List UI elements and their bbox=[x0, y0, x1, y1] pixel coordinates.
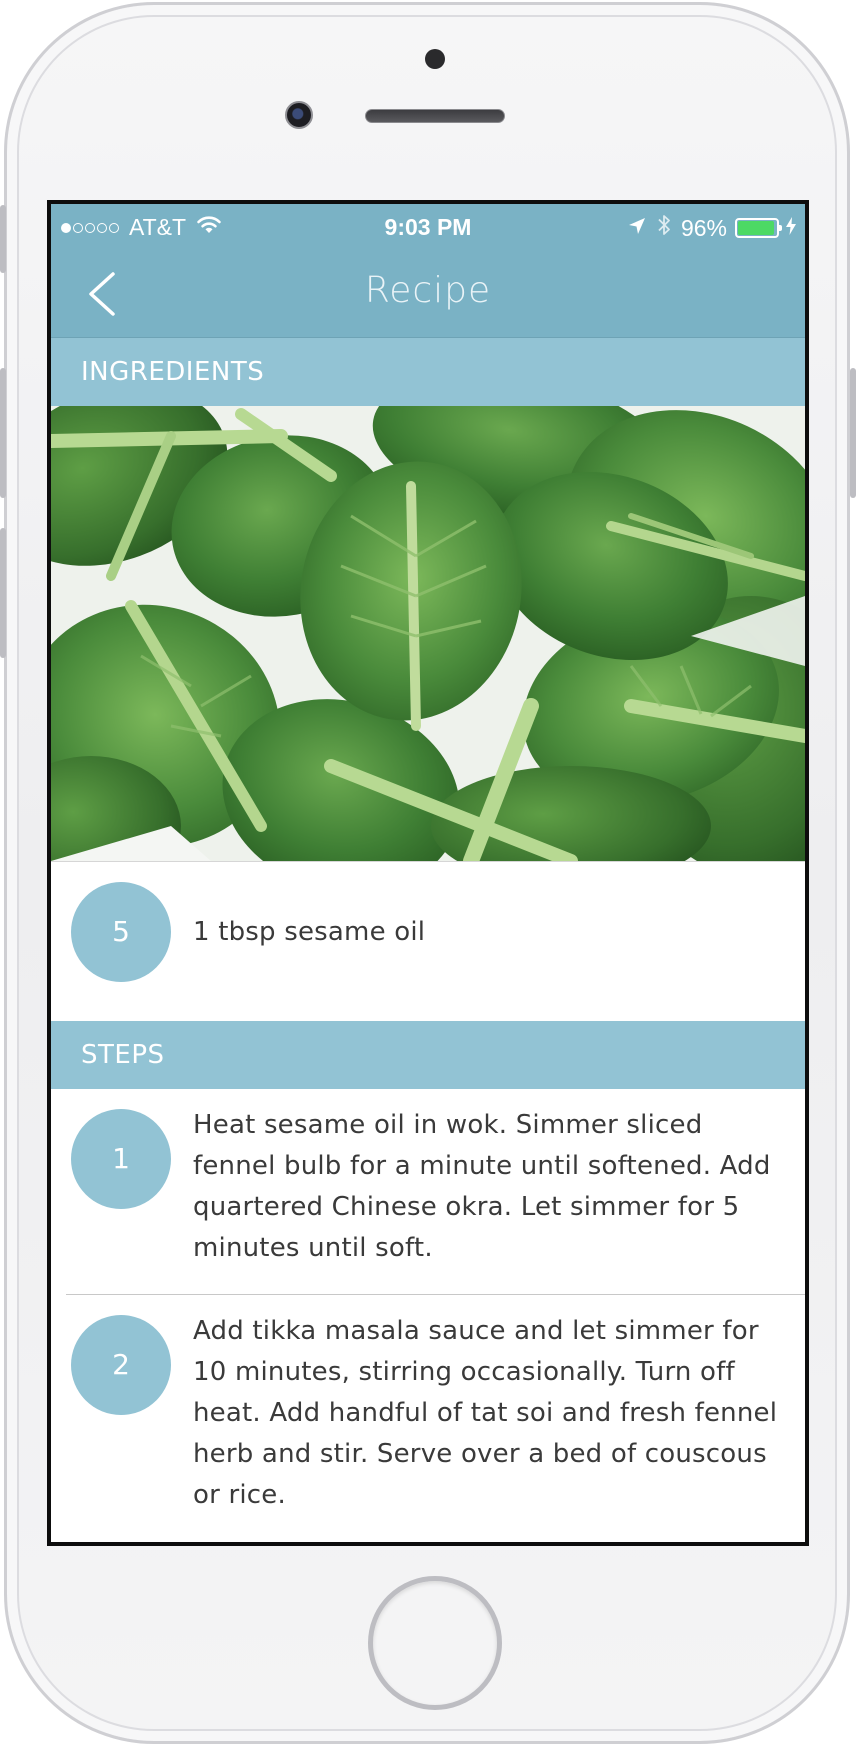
leaves-illustration bbox=[51, 406, 805, 861]
steps-header: STEPS bbox=[51, 1021, 805, 1089]
battery-nub bbox=[779, 225, 782, 231]
step-row: 1 Heat sesame oil in wok. Simmer sliced … bbox=[51, 1089, 805, 1294]
step-text: Heat sesame oil in wok. Simmer sliced fe… bbox=[193, 1110, 771, 1263]
page-title: Recipe bbox=[364, 270, 492, 311]
location-arrow-icon bbox=[627, 215, 647, 242]
status-bar: AT&T 9:03 PM 96% bbox=[51, 204, 805, 252]
step-number-badge: 1 bbox=[71, 1109, 171, 1209]
step-number-badge: 2 bbox=[71, 1315, 171, 1415]
mute-switch bbox=[0, 205, 6, 273]
ingredients-header: INGREDIENTS bbox=[51, 338, 805, 406]
home-button[interactable] bbox=[368, 1576, 502, 1710]
ingredient-number-badge: 5 bbox=[71, 882, 171, 982]
charging-bolt-icon bbox=[785, 215, 797, 242]
ingredient-text: 1 tbsp sesame oil bbox=[193, 917, 426, 947]
battery-percentage: 96% bbox=[680, 214, 727, 241]
bok-choy-leaves-photo bbox=[51, 406, 805, 861]
ingredient-row: 5 1 tbsp sesame oil bbox=[51, 861, 805, 1004]
step-row: 2 Add tikka masala sauce and let simmer … bbox=[51, 1295, 805, 1542]
step-text: Add tikka masala sauce and let simmer fo… bbox=[193, 1316, 778, 1510]
app-screen: AT&T 9:03 PM 96% Recipe INGREDIENTS 5 1 … bbox=[47, 200, 809, 1546]
bluetooth-icon bbox=[657, 213, 671, 243]
front-camera-icon bbox=[285, 101, 313, 129]
proximity-sensor bbox=[425, 49, 445, 69]
volume-down-button bbox=[0, 528, 6, 658]
volume-up-button bbox=[0, 368, 6, 498]
earpiece-speaker bbox=[365, 109, 505, 123]
battery-level-fill bbox=[738, 221, 775, 235]
battery-icon bbox=[735, 218, 782, 238]
navigation-bar: Recipe bbox=[51, 252, 805, 338]
power-button bbox=[850, 368, 856, 498]
status-right: 96% bbox=[627, 213, 797, 243]
